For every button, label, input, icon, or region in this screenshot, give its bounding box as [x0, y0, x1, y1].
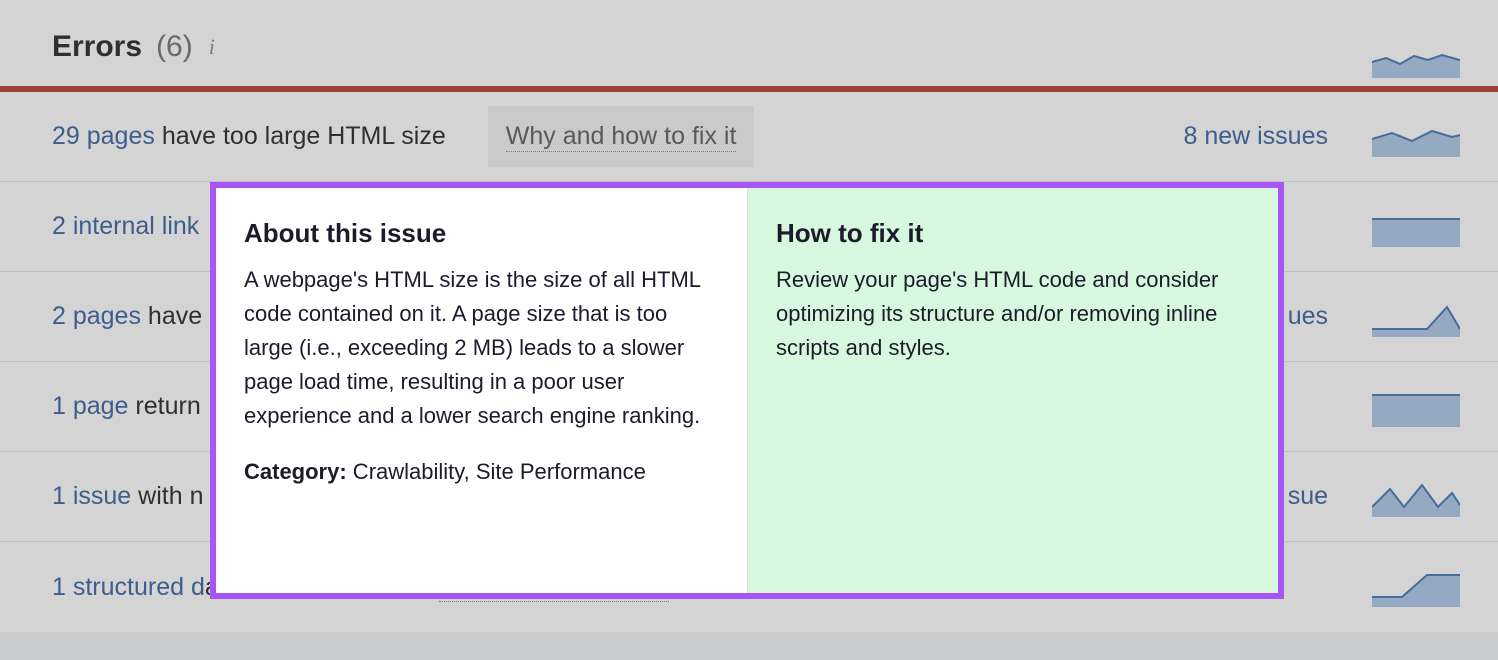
issue-row[interactable]: 29 pages have too large HTML size Why an…: [0, 92, 1498, 182]
errors-title: Errors: [52, 30, 142, 64]
issue-count-link[interactable]: 1 page: [52, 392, 128, 420]
issue-count-link[interactable]: 1 issue: [52, 482, 131, 510]
fix-link-active[interactable]: Why and how to fix it: [488, 106, 755, 167]
errors-count: (6): [156, 30, 193, 64]
issue-detail-popup: About this issue A webpage's HTML size i…: [210, 182, 1284, 599]
issue-count-link[interactable]: 2 pages: [52, 302, 141, 330]
category-label: Category:: [244, 459, 347, 484]
sparkline-row: [1372, 207, 1460, 247]
issue-count-link[interactable]: 2 internal link: [52, 212, 199, 240]
issue-desc: with n: [131, 482, 203, 510]
sparkline-row: [1372, 477, 1460, 517]
issue-desc: have too large HTML size: [155, 122, 446, 150]
issue-desc: have: [141, 302, 202, 330]
category-value: Crawlability, Site Performance: [347, 459, 646, 484]
about-body: A webpage's HTML size is the size of all…: [244, 263, 719, 433]
issue-count-link[interactable]: 1 structured d: [52, 573, 205, 601]
fix-panel: How to fix it Review your page's HTML co…: [747, 188, 1278, 593]
sparkline-row: [1372, 387, 1460, 427]
category-line: Category: Crawlability, Site Performance: [244, 455, 719, 489]
sparkline-row: [1372, 567, 1460, 607]
info-icon[interactable]: i: [209, 34, 215, 60]
new-issues-link[interactable]: 8 new issues: [1183, 122, 1328, 151]
about-panel: About this issue A webpage's HTML size i…: [216, 188, 747, 593]
sparkline-row: [1372, 117, 1460, 157]
new-issues-link-partial[interactable]: ues: [1288, 302, 1328, 331]
fix-title: How to fix it: [776, 218, 1250, 249]
fix-link-label[interactable]: Why and how to fix it: [506, 122, 737, 152]
sparkline-header: [1372, 38, 1460, 78]
issue-desc: return: [128, 392, 200, 420]
issue-count-link[interactable]: 29 pages: [52, 122, 155, 150]
about-title: About this issue: [244, 218, 719, 249]
errors-header: Errors (6) i: [0, 0, 1498, 86]
new-issues-link-partial[interactable]: sue: [1288, 482, 1328, 511]
fix-body: Review your page's HTML code and conside…: [776, 263, 1250, 365]
sparkline-row: [1372, 297, 1460, 337]
